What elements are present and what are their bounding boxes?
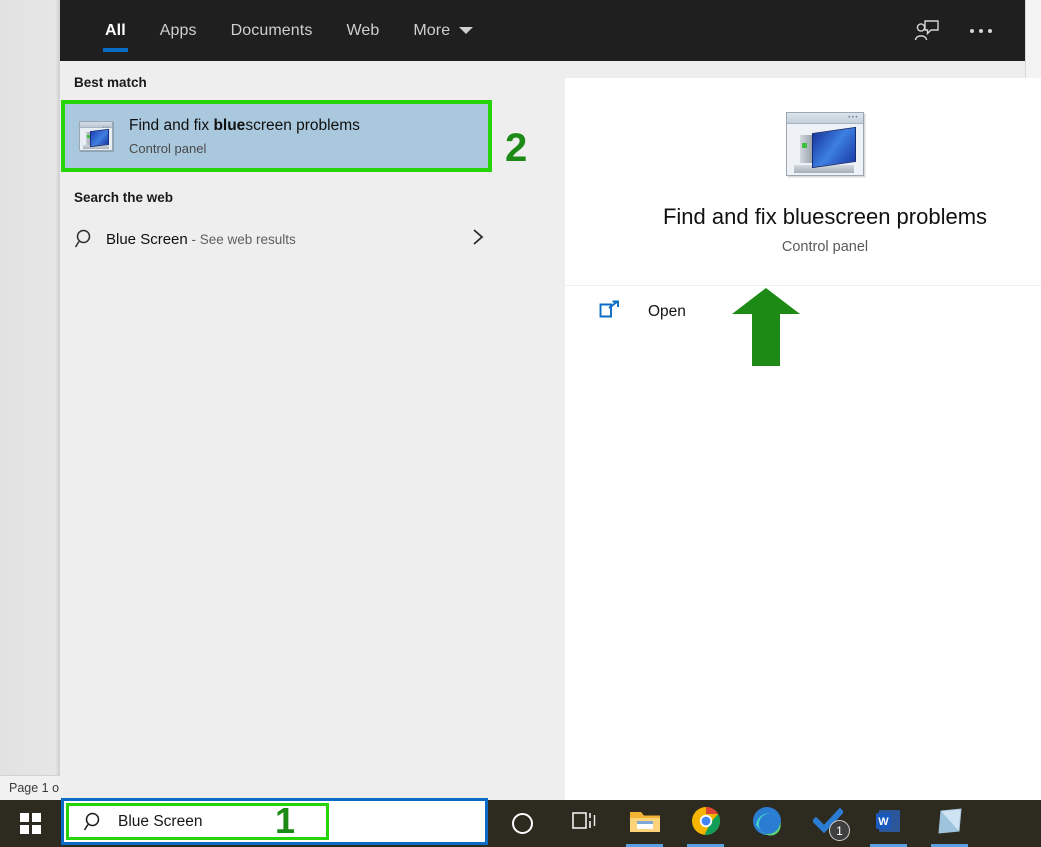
screen: Page 1 o All Apps Documents Web More Bes… (0, 0, 1041, 847)
web-search-result[interactable]: Blue Screen - See web results (60, 215, 492, 263)
search-web-label: Search the web (74, 190, 174, 205)
results-column: Best match ••• Find and fix bluescreen p… (60, 61, 505, 800)
taskbar-item-cortana[interactable] (492, 800, 553, 847)
chevron-right-icon[interactable] (470, 227, 492, 252)
open-action[interactable]: Open (565, 286, 1041, 338)
tab-all[interactable]: All (88, 0, 143, 61)
chrome-icon (691, 806, 721, 841)
search-tab-bar: All Apps Documents Web More (60, 0, 1025, 61)
tab-more[interactable]: More (396, 0, 490, 61)
start-button[interactable] (0, 800, 61, 847)
preview-title: Find and fix bluescreen problems (662, 204, 988, 229)
open-action-label: Open (648, 303, 686, 320)
tab-list: All Apps Documents Web More (60, 0, 490, 61)
best-match-title: Find and fix bluescreen problems (129, 116, 360, 136)
taskbar-item-sticky-notes[interactable] (919, 800, 980, 847)
file-explorer-icon (629, 807, 661, 840)
annotation-step-1: 1 (275, 800, 296, 841)
title-prefix: Find and fix (129, 117, 214, 134)
search-icon (74, 228, 102, 250)
taskbar-item-word[interactable]: W (858, 800, 919, 847)
header-actions (905, 0, 1025, 61)
svg-text:W: W (878, 816, 889, 828)
annotation-step-2: 2 (505, 126, 528, 170)
taskbar-item-chrome[interactable] (675, 800, 736, 847)
best-match-subtitle: Control panel (129, 141, 207, 156)
preview-hero: ••• Find and fix bluescreen problems Con… (565, 78, 1041, 255)
more-options-icon[interactable] (959, 11, 1003, 51)
windows-logo-icon (20, 813, 41, 834)
open-external-icon (598, 299, 622, 326)
todo-badge: 1 (829, 820, 850, 841)
tab-documents-label: Documents (230, 21, 313, 39)
web-suffix: - See web results (187, 231, 296, 247)
search-flyout: All Apps Documents Web More Best match •… (60, 0, 1041, 800)
bluescreen-troubleshooter-icon: ••• (79, 121, 113, 151)
taskbar-item-todo[interactable]: 1 (797, 800, 858, 847)
preview-card: ••• Find and fix bluescreen problems Con… (565, 78, 1041, 800)
cortana-icon (512, 813, 533, 834)
title-suffix: screen problems (245, 117, 360, 134)
tab-more-label: More (413, 21, 451, 39)
search-input[interactable]: Blue Screen (118, 813, 202, 831)
tab-documents[interactable]: Documents (214, 0, 330, 61)
preview-pane: ••• Find and fix bluescreen problems Con… (505, 61, 1041, 800)
web-result-text: Blue Screen - See web results (106, 231, 296, 248)
title-bold: blue (213, 117, 246, 134)
bluescreen-troubleshooter-icon-large: ••• (786, 112, 864, 176)
taskbar-item-edge[interactable] (736, 800, 797, 847)
taskbar-items: 1 W (492, 800, 980, 847)
taskbar-item-file-explorer[interactable] (614, 800, 675, 847)
tab-apps-label: Apps (159, 21, 197, 39)
word-icon: W (875, 807, 903, 840)
edge-icon (752, 806, 782, 841)
web-query: Blue Screen (106, 230, 188, 248)
ellipsis-glyph (970, 28, 992, 33)
feedback-icon[interactable] (905, 11, 949, 51)
tab-apps[interactable]: Apps (143, 0, 214, 61)
chevron-down-icon (459, 27, 474, 34)
task-view-icon (571, 809, 597, 838)
tab-all-label: All (105, 21, 126, 39)
sticky-notes-icon (935, 807, 965, 840)
annotation-up-arrow-icon (732, 288, 800, 371)
best-match-text: Find and fix bluescreen problems Control… (129, 116, 360, 156)
tab-web-label: Web (346, 21, 380, 39)
word-status-text: Page 1 o (9, 781, 60, 795)
best-match-label: Best match (74, 75, 147, 90)
best-match-result[interactable]: ••• Find and fix bluescreen problems Con… (61, 100, 492, 172)
tab-web[interactable]: Web (329, 0, 396, 61)
document-page (0, 0, 60, 775)
search-icon (83, 811, 105, 833)
taskbar-item-task-view[interactable] (553, 800, 614, 847)
preview-subtitle: Control panel (781, 239, 869, 255)
